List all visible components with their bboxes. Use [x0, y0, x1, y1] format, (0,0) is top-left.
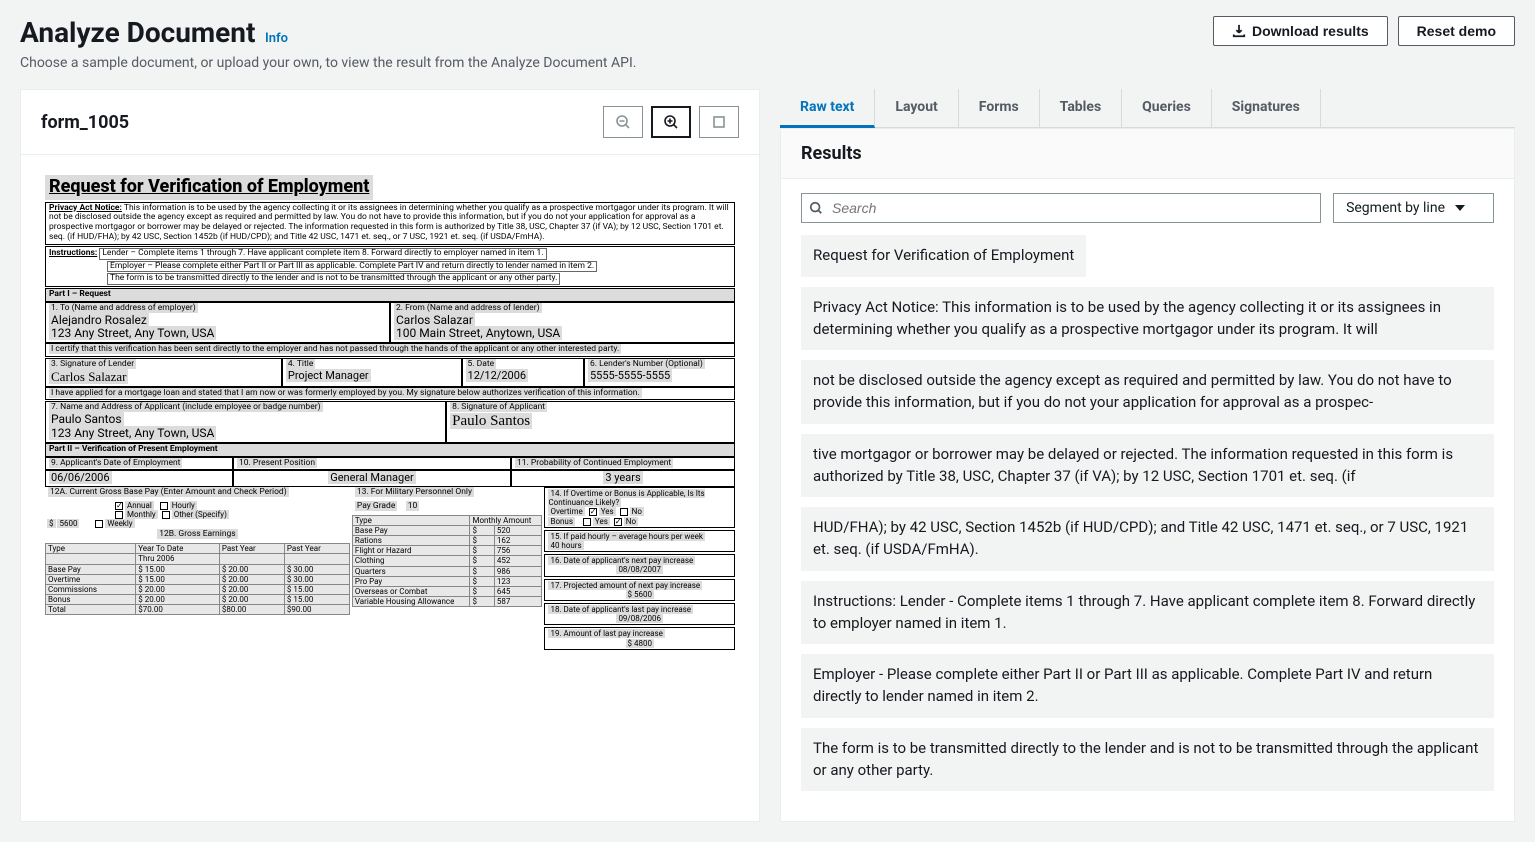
download-results-button[interactable]: Download results: [1213, 16, 1388, 46]
tab-raw-text[interactable]: Raw text: [780, 89, 875, 128]
doc-title: Request for Verification of Employment: [45, 175, 373, 200]
page-title: Analyze Document: [20, 16, 255, 49]
result-item[interactable]: HUD/FHA); by 42 USC, Section 1452b (if H…: [801, 507, 1494, 571]
result-item[interactable]: tive mortgagor or borrower may be delaye…: [801, 434, 1494, 498]
document-pane: form_1005 Request for Verification of Em…: [20, 89, 760, 822]
search-icon: [809, 201, 823, 215]
segment-label: Segment by line: [1346, 200, 1445, 216]
page-subtitle: Choose a sample document, or upload your…: [20, 55, 636, 71]
tab-signatures[interactable]: Signatures: [1212, 89, 1321, 127]
instructions: Instructions: Lender – Complete items 1 …: [45, 246, 735, 287]
document-page: Request for Verification of Employment P…: [45, 165, 735, 651]
result-item[interactable]: Privacy Act Notice: This information is …: [801, 287, 1494, 351]
reset-demo-button[interactable]: Reset demo: [1398, 16, 1515, 46]
result-item[interactable]: not be disclosed outside the agency exce…: [801, 360, 1494, 424]
result-item[interactable]: Instructions: Lender - Complete items 1 …: [801, 581, 1494, 645]
chevron-down-icon: [1455, 203, 1465, 213]
privacy-notice: Privacy Act Notice: This information is …: [45, 202, 735, 245]
results-list[interactable]: Request for Verification of Employment P…: [781, 229, 1514, 821]
result-item[interactable]: Employer - Please complete either Part I…: [801, 654, 1494, 718]
info-link[interactable]: Info: [265, 31, 288, 46]
tab-tables[interactable]: Tables: [1040, 89, 1122, 127]
fit-page-button[interactable]: [699, 106, 739, 138]
tabs: Raw text Layout Forms Tables Queries Sig…: [780, 89, 1515, 128]
part2-label: Part II – Verification of Present Employ…: [45, 443, 735, 457]
result-item[interactable]: Request for Verification of Employment: [801, 235, 1086, 277]
tab-layout[interactable]: Layout: [875, 89, 958, 127]
segment-select[interactable]: Segment by line: [1333, 193, 1494, 223]
document-viewer[interactable]: Request for Verification of Employment P…: [21, 155, 759, 795]
results-header: Results: [781, 129, 1514, 179]
results-pane: Raw text Layout Forms Tables Queries Sig…: [780, 89, 1515, 822]
search-input[interactable]: [801, 193, 1321, 223]
part1-label: Part I – Request: [45, 288, 735, 302]
tab-queries[interactable]: Queries: [1122, 89, 1212, 127]
download-label: Download results: [1252, 23, 1369, 39]
zoom-out-button[interactable]: [603, 106, 643, 138]
document-name: form_1005: [41, 112, 129, 133]
result-item[interactable]: The form is to be transmitted directly t…: [801, 728, 1494, 792]
reset-label: Reset demo: [1417, 23, 1496, 39]
tab-forms[interactable]: Forms: [959, 89, 1040, 127]
download-icon: [1232, 24, 1246, 38]
zoom-in-button[interactable]: [651, 106, 691, 138]
